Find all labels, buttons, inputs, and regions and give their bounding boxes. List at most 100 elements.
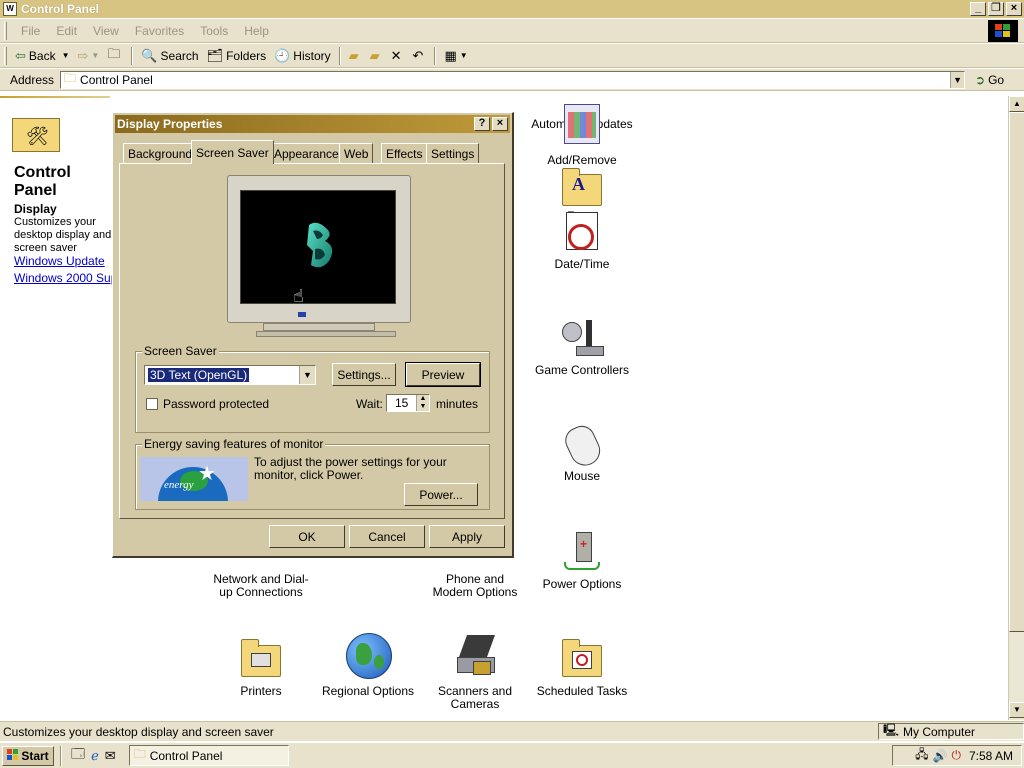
monitor-stand (263, 323, 375, 331)
printers-icon (239, 637, 283, 681)
power-tray-icon[interactable]: ⏻ (951, 748, 961, 763)
start-button[interactable]: Start (2, 745, 54, 766)
history-button[interactable]: 🕘 History (270, 46, 335, 66)
cancel-button[interactable]: Cancel (349, 525, 425, 548)
go-arrow-icon: ➲ (975, 72, 986, 87)
menu-view[interactable]: View (85, 24, 127, 38)
dialog-help-button[interactable]: ? (474, 117, 490, 131)
icon-phone-modem[interactable]: Phone and Modem Options (420, 555, 530, 599)
password-protected-checkbox[interactable] (146, 398, 158, 410)
scroll-up-arrow-icon[interactable]: ▲ (1009, 96, 1024, 112)
window-title: Control Panel (21, 2, 100, 16)
outlook-express-icon[interactable]: ✉ (105, 748, 116, 764)
forward-button[interactable]: ⇨ ▼ (74, 46, 104, 66)
energy-star-logo-icon: ★ energy (140, 457, 248, 501)
back-dropdown-icon[interactable]: ▼ (62, 51, 70, 60)
screen-saver-settings-button[interactable]: Settings... (332, 363, 396, 386)
tab-screen-saver[interactable]: Screen Saver (191, 140, 274, 164)
up-folder-button[interactable]: 🗀 (103, 46, 127, 66)
wait-label: Wait: (356, 397, 383, 411)
password-protected-label[interactable]: Password protected (163, 397, 269, 411)
monitor-preview: ☝ (227, 175, 411, 323)
menu-edit[interactable]: Edit (48, 24, 85, 38)
tab-appearance[interactable]: Appearance (269, 143, 344, 163)
icon-scheduled-tasks[interactable]: Scheduled Tasks (527, 637, 637, 698)
icon-game-controllers[interactable]: Game Controllers (527, 316, 637, 377)
tab-settings[interactable]: Settings (426, 143, 480, 163)
add-remove-programs-icon (560, 104, 604, 148)
wait-minutes-stepper[interactable]: 15 ▲ ▼ (386, 394, 430, 412)
vertical-scrollbar[interactable]: ▲ ▼ (1008, 96, 1024, 720)
menu-file[interactable]: File (13, 24, 48, 38)
scrollbar-thumb[interactable] (1009, 112, 1024, 632)
address-input[interactable]: 🗀 Control Panel ▼ (60, 70, 966, 89)
screen-saver-group-label: Screen Saver (142, 344, 219, 358)
windows-logo-icon (988, 20, 1018, 42)
wait-unit-label: minutes (436, 397, 479, 411)
tab-web[interactable]: Web (339, 143, 374, 163)
forward-dropdown-icon[interactable]: ▼ (91, 51, 99, 60)
icon-printers[interactable]: Printers (206, 637, 316, 698)
dialog-title-bar[interactable]: Display Properties ? × (115, 115, 510, 133)
power-button[interactable]: Power... (404, 483, 478, 506)
wait-spin-arrows-icon[interactable]: ▲ ▼ (416, 395, 429, 411)
show-desktop-icon[interactable]: 🗔 (71, 745, 85, 767)
fonts-icon: A (560, 166, 604, 210)
delete-icon: ✕ (390, 47, 402, 63)
volume-tray-icon[interactable]: 🔊 (933, 749, 948, 763)
menu-help[interactable]: Help (236, 24, 277, 38)
menu-tools[interactable]: Tools (192, 24, 236, 38)
taskbar-separator (60, 745, 62, 766)
screen-saver-select[interactable]: 3D Text (OpenGL) ▼ (144, 365, 316, 385)
toolbar-grip[interactable] (4, 46, 7, 65)
taskbar-control-panel-button[interactable]: 🗀 Control Panel (128, 745, 289, 766)
internet-explorer-icon[interactable]: ℯ (91, 748, 99, 764)
history-icon: 🕘 (274, 47, 291, 63)
dialog-close-button[interactable]: × (492, 117, 508, 131)
copy-to-button[interactable]: ▰ (366, 46, 387, 66)
icon-network-dialup[interactable]: Network and Dial-up Connections (206, 555, 316, 599)
restore-button[interactable]: ❐ (988, 2, 1004, 16)
ok-button[interactable]: OK (269, 525, 345, 548)
address-bar: Address 🗀 Control Panel ▼ ➲ Go (0, 69, 1024, 91)
move-to-button[interactable]: ▰ (345, 46, 366, 66)
delete-button[interactable]: ✕ (387, 46, 409, 66)
views-button[interactable]: ▦ ▼ (440, 46, 471, 66)
go-button[interactable]: ➲ Go (975, 73, 1004, 87)
screen-saver-preview-screen: ☝ (240, 190, 396, 305)
views-dropdown-icon[interactable]: ▼ (460, 51, 468, 60)
menu-bar: File Edit View Favorites Tools Help (0, 19, 1024, 43)
close-button[interactable]: × (1006, 2, 1022, 16)
apply-button[interactable]: Apply (429, 525, 505, 548)
address-dropdown-icon[interactable]: ▼ (950, 71, 965, 88)
icon-mouse[interactable]: Mouse (527, 421, 637, 483)
menu-favorites[interactable]: Favorites (127, 24, 192, 38)
icon-regional-options[interactable]: Regional Options (313, 633, 423, 698)
tab-effects[interactable]: Effects (381, 143, 428, 163)
back-button[interactable]: ⇦ Back ▼ (11, 46, 74, 66)
control-panel-app-icon[interactable]: W (3, 2, 17, 16)
undo-button[interactable]: ↶ (409, 46, 431, 66)
menu-grip[interactable] (4, 21, 7, 40)
scheduled-tasks-icon (560, 637, 604, 681)
tab-background[interactable]: Background (123, 143, 198, 163)
date-time-icon (560, 210, 604, 254)
icon-date-time[interactable]: Date/Time (527, 210, 637, 271)
search-button[interactable]: 🔍 Search (137, 46, 202, 66)
left-panel-heading: Control Panel (14, 164, 71, 199)
icon-add-remove[interactable]: Add/Remove (527, 104, 637, 167)
minimize-button[interactable]: _ (970, 2, 986, 16)
clock[interactable]: 7:58 AM (969, 749, 1013, 763)
folders-button[interactable]: 🗂 Folders (203, 46, 271, 66)
energy-saving-group: Energy saving features of monitor ★ ener… (135, 437, 490, 510)
status-zone: 🖳 My Computer (878, 723, 1024, 740)
windows-update-link[interactable]: Windows Update (14, 254, 105, 268)
standard-toolbar: ⇦ Back ▼ ⇨ ▼ 🗀 🔍 Search 🗂 Folders 🕘 History ▰ … (0, 44, 1024, 68)
system-tray: 🖧 🔊 ⏻ 7:58 AM (892, 745, 1022, 766)
screen-saver-preview-button[interactable]: Preview (405, 362, 481, 387)
scroll-down-arrow-icon[interactable]: ▼ (1009, 702, 1024, 718)
icon-power-options[interactable]: + Power Options (527, 530, 637, 591)
screen-saver-dropdown-icon[interactable]: ▼ (299, 366, 315, 384)
network-tray-icon[interactable]: 🖧 (915, 745, 928, 766)
icon-scanners-cameras[interactable]: Scanners and Cameras (420, 635, 530, 711)
